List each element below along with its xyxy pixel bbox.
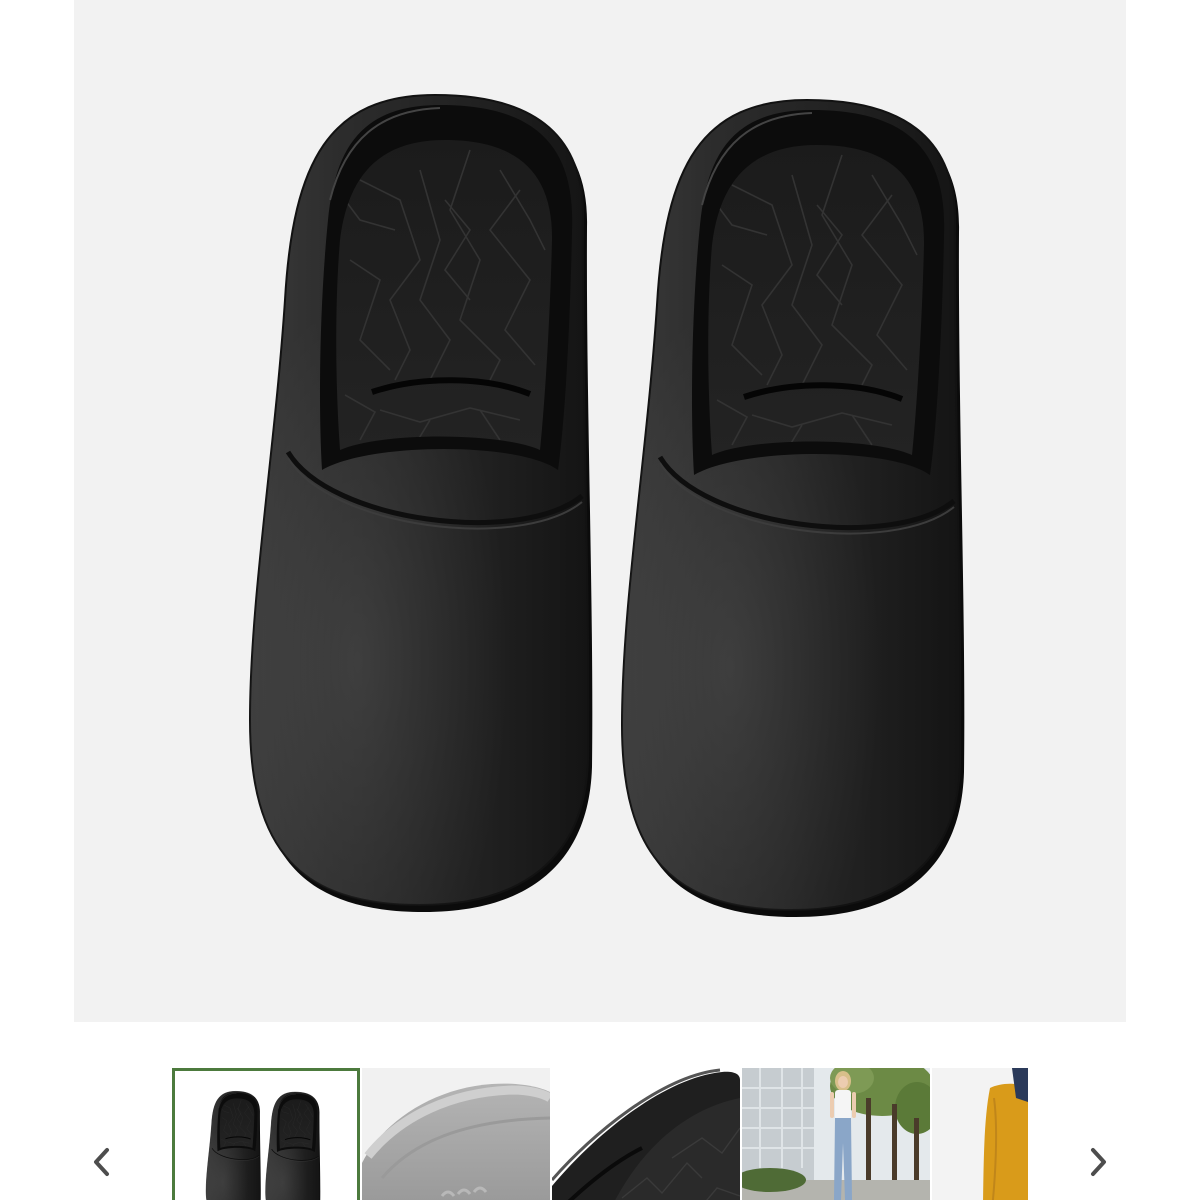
thumbnail[interactable]: [552, 1068, 740, 1200]
thumbnail[interactable]: [932, 1068, 1028, 1200]
thumbnail-image: [552, 1068, 740, 1200]
thumbnail[interactable]: [362, 1068, 550, 1200]
thumbnail-image: [932, 1068, 1028, 1200]
thumbnail-image: [175, 1071, 357, 1200]
chevron-right-icon: [1091, 1148, 1106, 1176]
left-clog: [250, 95, 592, 912]
chevron-left-icon: [94, 1148, 109, 1176]
thumbnail-image: [362, 1068, 550, 1200]
right-clog: [622, 100, 964, 917]
next-image-button[interactable]: [1082, 1144, 1114, 1180]
thumbnail[interactable]: [742, 1068, 930, 1200]
thumbnail[interactable]: [172, 1068, 360, 1200]
thumbnail-image: [742, 1068, 930, 1200]
main-product-image: [74, 0, 1126, 1022]
prev-image-button[interactable]: [86, 1144, 118, 1180]
thumbnail-strip: [172, 1068, 1028, 1200]
